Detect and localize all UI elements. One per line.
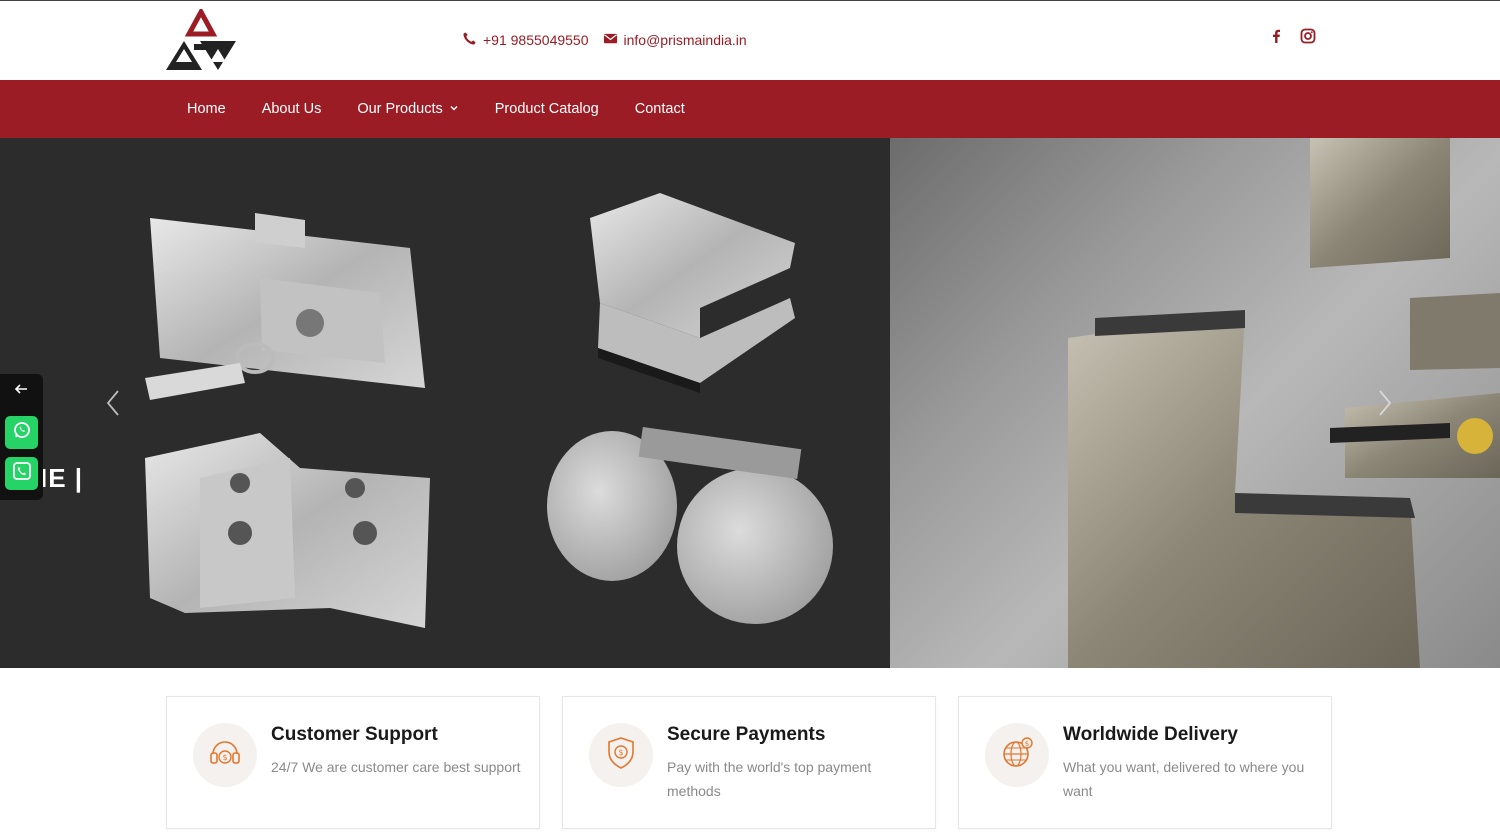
hardware-closeup-image bbox=[1068, 138, 1500, 668]
product-collage-image bbox=[145, 193, 833, 628]
chevron-left-icon bbox=[102, 390, 126, 427]
nav-home[interactable]: Home bbox=[187, 101, 226, 117]
phone-number: +91 9855049550 bbox=[483, 32, 589, 48]
glass-lock-image bbox=[145, 213, 425, 400]
feature-icon-wrapper: $ bbox=[589, 723, 653, 787]
hero-slider: IE | bbox=[0, 138, 1500, 668]
chevron-down-icon bbox=[449, 101, 459, 117]
feature-card-customer-support: $ Customer Support 24/7 We are customer … bbox=[166, 696, 540, 829]
brand-logo[interactable] bbox=[164, 6, 238, 73]
feature-description: Pay with the world's top payment methods bbox=[667, 759, 872, 799]
feature-description: 24/7 We are customer care best support bbox=[271, 759, 521, 775]
chevron-right-icon bbox=[1372, 390, 1396, 427]
call-button[interactable] bbox=[5, 457, 38, 490]
instagram-icon bbox=[1300, 28, 1316, 49]
feature-card-worldwide-delivery: $ Worldwide Delivery What you want, deli… bbox=[958, 696, 1332, 829]
feature-icon-wrapper: $ bbox=[985, 723, 1049, 787]
globe-icon: $ bbox=[998, 734, 1036, 777]
nav-contact[interactable]: Contact bbox=[635, 101, 685, 117]
nav-our-products[interactable]: Our Products bbox=[357, 101, 458, 117]
top-bar: +91 9855049550 info@prismaindia.in bbox=[0, 0, 1500, 80]
hero-partial-caption: IE | bbox=[40, 463, 84, 493]
floating-contact-panel bbox=[0, 374, 43, 500]
svg-text:$: $ bbox=[222, 753, 227, 762]
svg-text:$: $ bbox=[618, 748, 623, 757]
feature-description: What you want, delivered to where you wa… bbox=[1063, 759, 1305, 799]
whatsapp-button[interactable] bbox=[5, 416, 38, 449]
facebook-icon bbox=[1268, 28, 1284, 49]
phone-square-icon bbox=[12, 461, 32, 486]
feature-card-secure-payments: $ Secure Payments Pay with the world's t… bbox=[562, 696, 936, 829]
glass-clamp-image bbox=[145, 433, 430, 628]
email-address: info@prismaindia.in bbox=[623, 32, 747, 48]
instagram-link[interactable] bbox=[1298, 28, 1318, 48]
contact-info: +91 9855049550 info@prismaindia.in bbox=[462, 31, 747, 49]
headset-icon: $ bbox=[206, 734, 244, 777]
hero-slide-products: IE | bbox=[0, 138, 890, 668]
glass-knob-image bbox=[547, 427, 833, 624]
hero-slide-hardware bbox=[890, 138, 1500, 668]
facebook-link[interactable] bbox=[1266, 28, 1286, 48]
main-navigation: Home About Us Our Products Product Catal… bbox=[0, 80, 1500, 138]
svg-text:$: $ bbox=[1025, 740, 1029, 748]
corner-patch-image bbox=[590, 193, 795, 393]
whatsapp-icon bbox=[12, 420, 32, 445]
phone-link[interactable]: +91 9855049550 bbox=[462, 31, 589, 49]
nav-our-products-label: Our Products bbox=[357, 101, 443, 117]
nav-product-catalog[interactable]: Product Catalog bbox=[495, 101, 599, 117]
feature-title: Worldwide Delivery bbox=[1063, 724, 1238, 745]
feature-icon-wrapper: $ bbox=[193, 723, 257, 787]
slider-prev-button[interactable] bbox=[102, 383, 126, 423]
shield-dollar-icon: $ bbox=[602, 734, 640, 777]
email-link[interactable]: info@prismaindia.in bbox=[603, 31, 747, 49]
feature-title: Secure Payments bbox=[667, 724, 826, 745]
arrow-left-icon bbox=[12, 384, 30, 402]
nav-about-us[interactable]: About Us bbox=[262, 101, 322, 117]
slider-next-button[interactable] bbox=[1372, 383, 1396, 423]
features-section: $ Customer Support 24/7 We are customer … bbox=[0, 668, 1500, 836]
phone-icon bbox=[462, 31, 477, 49]
collapse-panel-button[interactable] bbox=[12, 380, 30, 398]
feature-title: Customer Support bbox=[271, 724, 438, 745]
envelope-icon bbox=[603, 31, 618, 49]
